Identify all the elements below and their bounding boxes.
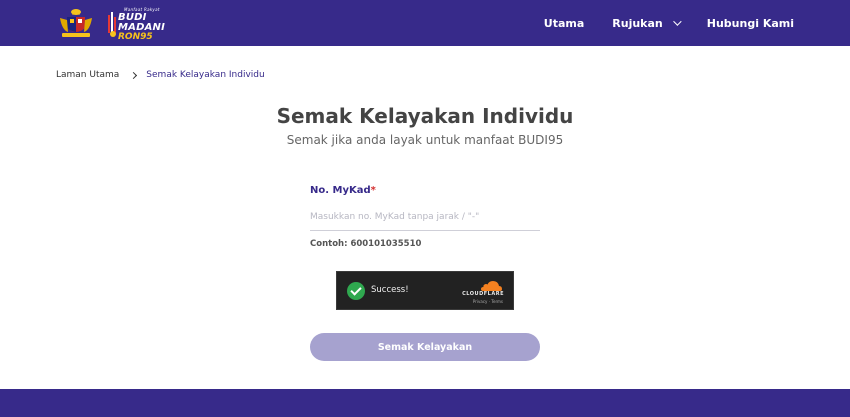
privacy-link[interactable]: Privacy: [473, 299, 487, 304]
top-navbar: Manfaat Rakyat BUDI MADANI RON95 Utama R…: [0, 0, 850, 46]
nav-rujukan[interactable]: Rujukan: [612, 17, 682, 30]
chevron-down-icon: [672, 17, 682, 26]
captcha-status: Success!: [371, 285, 409, 295]
page-subtitle: Semak jika anda layak untuk manfaat BUDI…: [286, 133, 564, 147]
mykad-example: Contoh: 600101035510: [310, 239, 422, 249]
page-title: Semak Kelayakan Individu: [276, 104, 574, 128]
breadcrumb-home-link[interactable]: Laman Utama: [56, 70, 119, 80]
breadcrumb-current: Semak Kelayakan Individu: [146, 70, 265, 80]
semak-kelayakan-button[interactable]: Semak Kelayakan: [310, 333, 540, 361]
cloudflare-brand: CLOUDFLARE: [462, 291, 504, 297]
main-nav: Utama Rujukan Hubungi Kami: [544, 0, 794, 46]
coat-of-arms-icon: [60, 9, 92, 37]
footer-bar: [0, 389, 850, 417]
nav-utama[interactable]: Utama: [544, 17, 585, 30]
breadcrumb: Laman Utama Semak Kelayakan Individu: [56, 70, 265, 80]
cloudflare-turnstile-widget[interactable]: Success! CLOUDFLARE PrivacyTerms: [336, 271, 514, 310]
chevron-right-icon: [130, 71, 138, 79]
budi-madani-logo: Manfaat Rakyat BUDI MADANI RON95: [108, 6, 170, 42]
mykad-label: No. MyKad*: [310, 185, 376, 196]
cloudflare-cloud-icon: [481, 281, 502, 291]
brand-wordmark: Manfaat Rakyat BUDI MADANI RON95: [118, 7, 166, 42]
required-mark: *: [370, 185, 376, 196]
logo-group[interactable]: Manfaat Rakyat BUDI MADANI RON95: [56, 6, 170, 42]
mykad-input[interactable]: [310, 203, 540, 231]
terms-link[interactable]: Terms: [487, 299, 503, 304]
cloudflare-links: PrivacyTerms: [473, 299, 503, 304]
nav-hubungi-kami[interactable]: Hubungi Kami: [707, 17, 794, 30]
checkmark-success-icon: [347, 282, 365, 300]
